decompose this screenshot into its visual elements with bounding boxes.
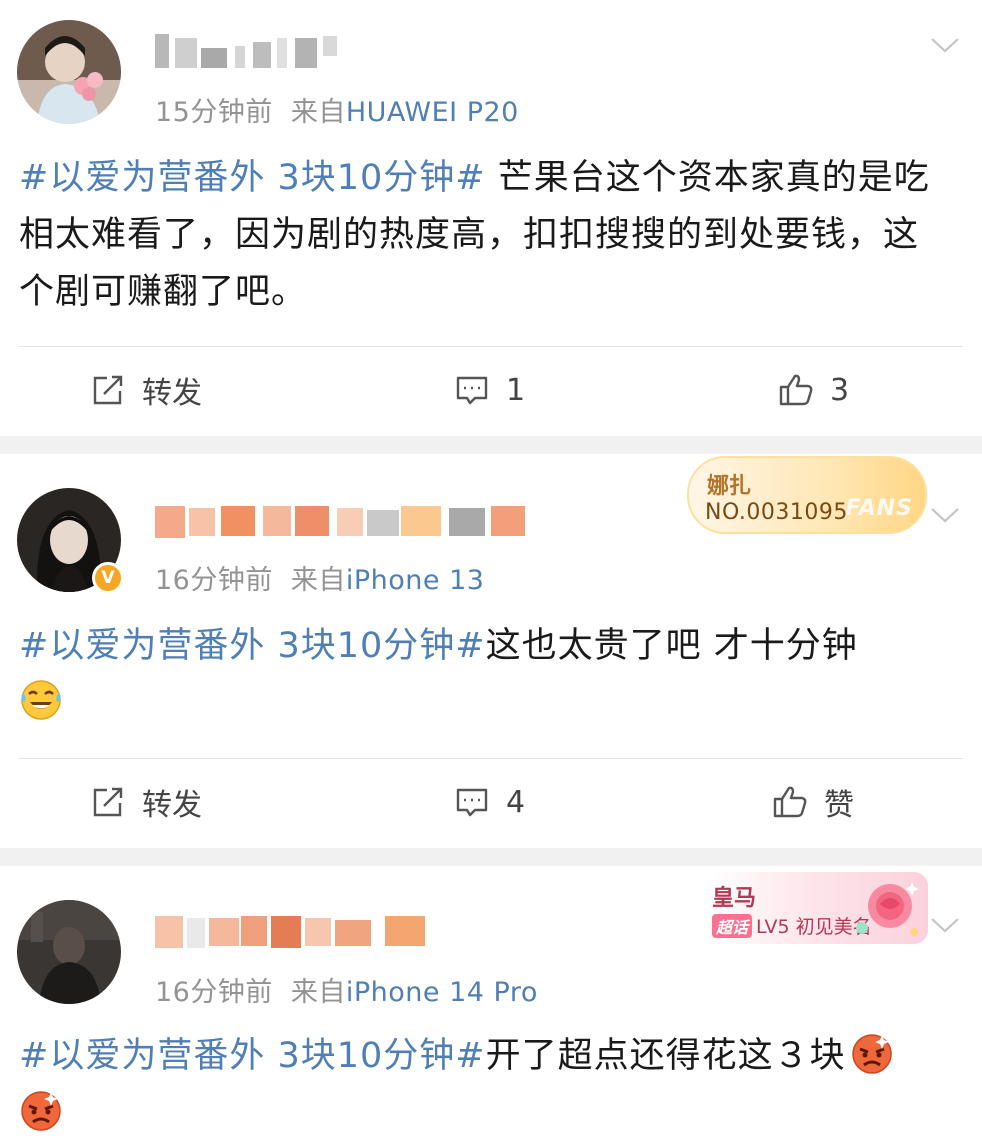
chaohua-tag: 超话	[712, 914, 753, 938]
like-count: 3	[830, 372, 850, 408]
chevron-down-icon[interactable]	[930, 506, 960, 524]
super-topic-name: 皇马	[712, 886, 757, 911]
comment-button[interactable]: 1	[454, 347, 525, 433]
verified-badge-icon: V	[92, 562, 124, 594]
thumbs-up-icon	[772, 784, 808, 820]
fan-badge[interactable]: 娜扎 NO.0031095 FANS	[687, 456, 927, 534]
comment-icon	[454, 784, 490, 820]
fan-badge-fans: FANS	[845, 496, 913, 521]
weibo-post-1: 15分钟前 来自HUAWEI P20 #以爱为营番外 3块10分钟# 芒果台这个资…	[0, 0, 982, 436]
post-text: 开了超点还得花这３块	[485, 1036, 846, 1076]
comment-count: 4	[506, 784, 526, 820]
post-separator	[0, 436, 982, 454]
chevron-down-icon[interactable]	[930, 916, 960, 934]
source-label: 来自	[290, 565, 346, 596]
post-meta: 16分钟前 来自iPhone 13	[155, 558, 484, 597]
action-bar: 转发 1 3	[0, 347, 982, 433]
post-content: #以爱为营番外 3块10分钟#开了超点还得花这３块	[19, 1028, 952, 1142]
like-label: 赞	[824, 788, 854, 823]
device-name[interactable]: iPhone 13	[346, 565, 485, 596]
laugh-cry-emoji-icon	[19, 678, 63, 722]
device-name[interactable]: HUAWEI P20	[346, 97, 519, 128]
repost-label: 转发	[142, 376, 202, 411]
hashtag-link[interactable]: #以爱为营番外 3块10分钟#	[19, 626, 486, 666]
thumbs-up-icon	[778, 372, 814, 408]
super-topic-level: 超话 LV5 初见美名	[712, 912, 872, 939]
repost-button[interactable]: 转发	[90, 347, 202, 433]
repost-icon	[90, 784, 126, 820]
post-content: #以爱为营番外 3块10分钟#这也太贵了吧 才十分钟	[19, 618, 952, 732]
like-button[interactable]: 赞	[772, 759, 854, 845]
post-meta: 16分钟前 来自iPhone 14 Pro	[155, 970, 538, 1009]
comment-count: 1	[506, 372, 526, 408]
like-button[interactable]: 3	[778, 347, 849, 433]
super-topic-badge[interactable]: 皇马 超话 LV5 初见美名	[706, 872, 928, 944]
chevron-down-icon[interactable]	[930, 36, 960, 54]
username-redacted[interactable]	[155, 34, 345, 74]
device-name[interactable]: iPhone 14 Pro	[346, 977, 538, 1008]
username-redacted[interactable]	[155, 916, 435, 956]
comment-button[interactable]: 4	[454, 759, 525, 845]
hashtag-link[interactable]: #以爱为营番外 3块10分钟#	[19, 1036, 486, 1076]
post-time: 16分钟前	[155, 565, 273, 596]
repost-icon	[90, 372, 126, 408]
repost-button[interactable]: 转发	[90, 759, 202, 845]
repost-label: 转发	[142, 788, 202, 823]
action-bar: 转发 4 赞	[0, 759, 982, 845]
angry-emoji-icon	[19, 1088, 63, 1132]
post-time: 15分钟前	[155, 97, 273, 128]
post-separator	[0, 848, 982, 866]
source-label: 来自	[290, 977, 346, 1008]
fan-badge-number: NO.0031095	[705, 500, 848, 525]
rose-decoration-icon	[856, 882, 919, 936]
avatar[interactable]	[17, 900, 121, 1004]
post-meta: 15分钟前 来自HUAWEI P20	[155, 90, 519, 129]
post-content: #以爱为营番外 3块10分钟# 芒果台这个资本家真的是吃相太难看了，因为剧的热度…	[19, 150, 952, 321]
hashtag-link[interactable]: #以爱为营番外 3块10分钟#	[19, 158, 486, 198]
post-time: 16分钟前	[155, 977, 273, 1008]
avatar[interactable]	[17, 20, 121, 124]
source-label: 来自	[290, 97, 346, 128]
comment-icon	[454, 372, 490, 408]
fan-badge-name: 娜扎	[707, 474, 752, 499]
angry-emoji-icon	[850, 1031, 894, 1075]
username-redacted[interactable]	[155, 506, 535, 546]
post-text: 这也太贵了吧 才十分钟	[485, 626, 858, 666]
